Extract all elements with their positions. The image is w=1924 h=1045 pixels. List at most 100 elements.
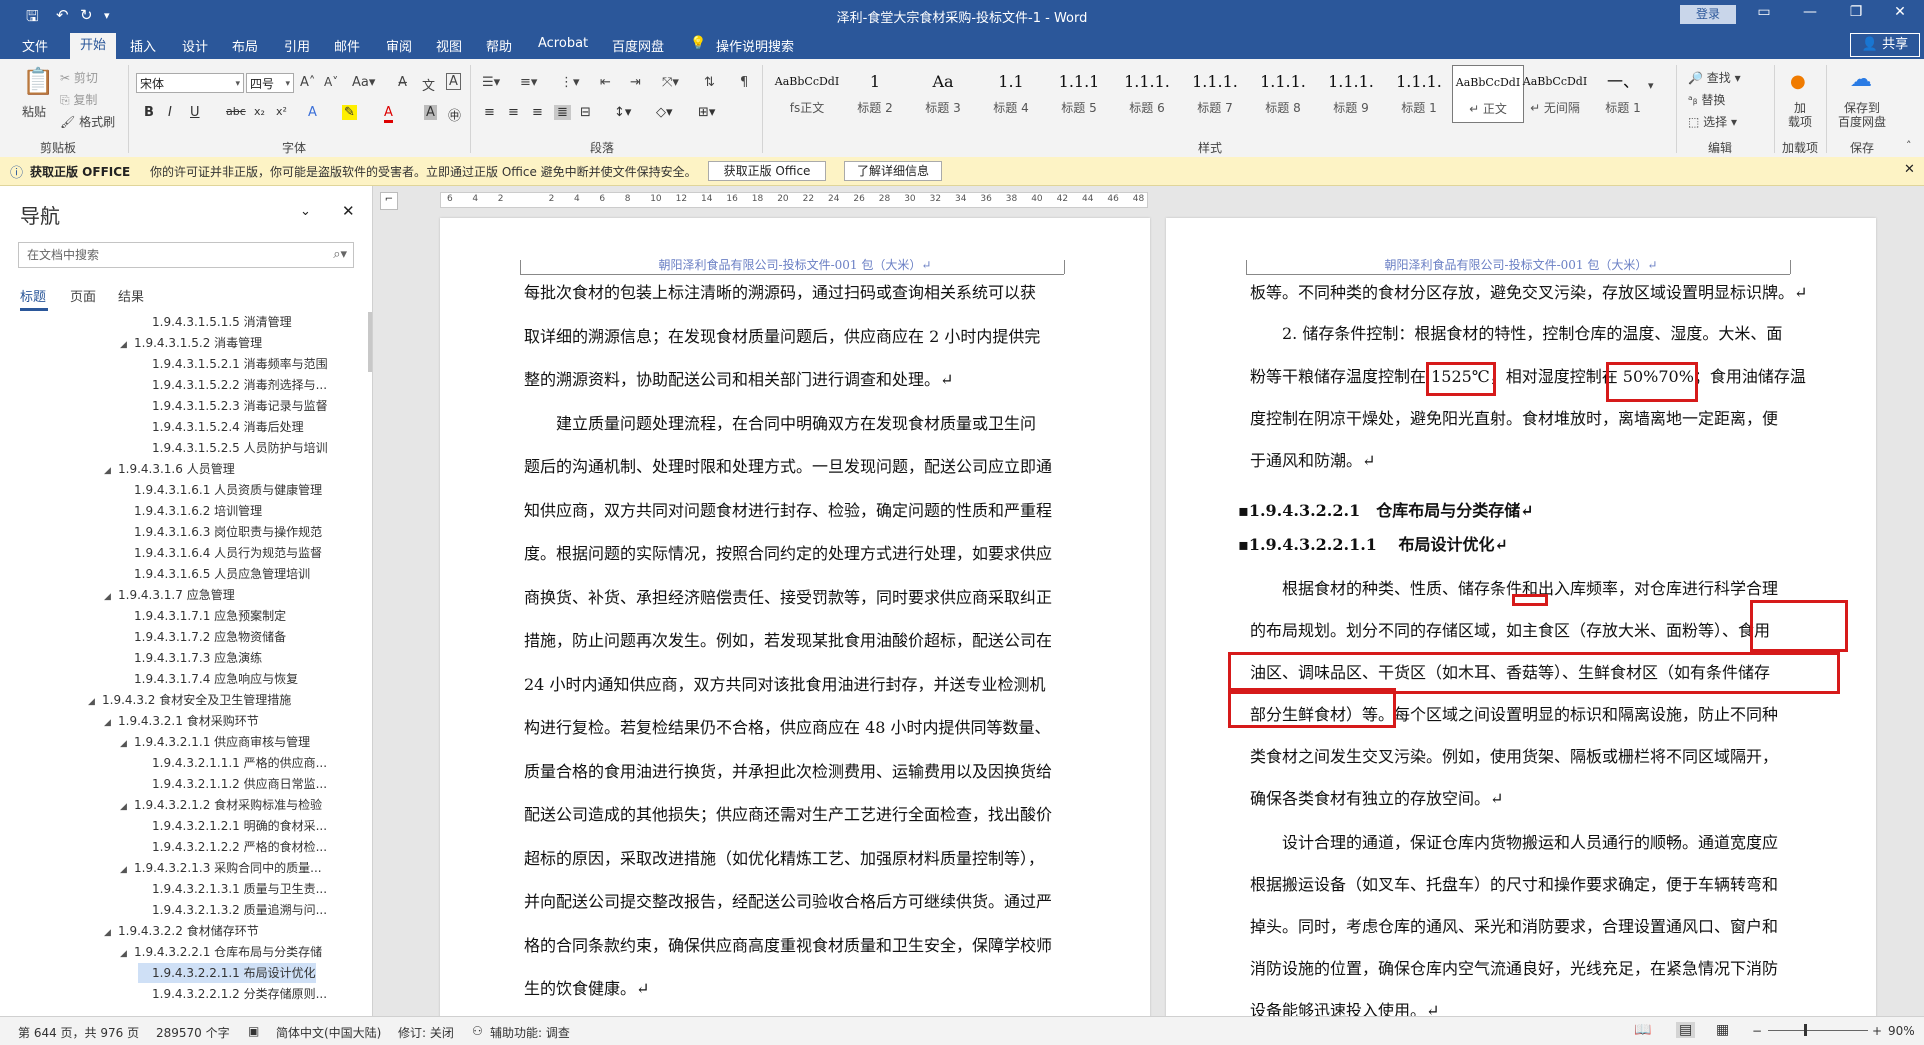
- tab-view[interactable]: 视图: [436, 36, 462, 55]
- nav-heading-item[interactable]: ◢ 1.9.4.3.1.6 人员管理: [104, 459, 235, 479]
- char-shading-icon[interactable]: A: [424, 105, 437, 120]
- baidu-netdisk-icon[interactable]: ☁: [1850, 67, 1872, 92]
- tab-help[interactable]: 帮助: [486, 36, 512, 55]
- align-left-icon[interactable]: ≡: [484, 105, 495, 120]
- close-icon[interactable]: ✕: [1904, 162, 1915, 177]
- subscript-icon[interactable]: x₂: [254, 105, 265, 118]
- collapse-triangle-icon[interactable]: ◢: [104, 587, 118, 607]
- nav-heading-item[interactable]: 1.9.4.3.1.7.4 应急响应与恢复: [120, 669, 298, 689]
- chevron-down-icon[interactable]: ⌄: [300, 204, 311, 219]
- numbering-icon[interactable]: ≡▾: [520, 75, 537, 90]
- tab-references[interactable]: 引用: [284, 36, 310, 55]
- style-item[interactable]: 1.1.1. 标题 8: [1248, 65, 1318, 121]
- word-count[interactable]: 289570 个字: [156, 1024, 230, 1041]
- style-item[interactable]: AaBbCcDdI fs正文: [772, 65, 842, 121]
- paste-button[interactable]: 粘贴: [22, 103, 46, 120]
- collapse-triangle-icon[interactable]: ◢: [88, 692, 102, 712]
- nav-heading-item[interactable]: ◢ 1.9.4.3.1.5.2 消毒管理: [120, 333, 262, 353]
- nav-heading-item[interactable]: 1.9.4.3.2.2.1.1 布局设计优化: [138, 963, 316, 983]
- nav-heading-item[interactable]: 1.9.4.3.1.5.1.5 消清管理: [138, 312, 292, 332]
- nav-heading-item[interactable]: 1.9.4.3.2.1.1.1 严格的供应商...: [138, 753, 327, 773]
- close-icon[interactable]: ✕: [1880, 4, 1920, 20]
- collapse-triangle-icon[interactable]: ◢: [120, 860, 134, 880]
- style-item[interactable]: 1 标题 2: [840, 65, 910, 121]
- save-to-baidu-button[interactable]: 保存到 百度网盘: [1838, 101, 1886, 129]
- tab-review[interactable]: 审阅: [386, 36, 412, 55]
- font-color-icon[interactable]: A: [384, 105, 393, 123]
- nav-heading-item[interactable]: 1.9.4.3.1.7.1 应急预案制定: [120, 606, 286, 626]
- login-button[interactable]: 登录: [1680, 5, 1736, 24]
- nav-heading-item[interactable]: 1.9.4.3.1.6.2 培训管理: [120, 501, 262, 521]
- change-case-icon[interactable]: Aa▾: [352, 75, 375, 90]
- distributed-icon[interactable]: ⊟: [580, 105, 591, 120]
- get-genuine-button[interactable]: 获取正版 Office: [708, 161, 826, 181]
- nav-heading-item[interactable]: 1.9.4.3.1.6.5 人员应急管理培训: [120, 564, 310, 584]
- nav-heading-item[interactable]: 1.9.4.3.1.5.2.5 人员防护与培训: [138, 438, 328, 458]
- zoom-slider-thumb[interactable]: [1804, 1024, 1807, 1036]
- nav-heading-item[interactable]: 1.9.4.3.2.1.2.2 严格的食材检...: [138, 837, 327, 857]
- document-page-right[interactable]: 朝阳泽利食品有限公司-投标文件-001 包（大米）↵ 板等。不同种类的食材分区存…: [1166, 218, 1876, 1020]
- tab-file[interactable]: 文件: [22, 36, 48, 55]
- learn-more-button[interactable]: 了解详细信息: [844, 161, 942, 181]
- nav-heading-item[interactable]: 1.9.4.3.1.5.2.3 消毒记录与监督: [138, 396, 328, 416]
- nav-heading-item[interactable]: 1.9.4.3.1.6.1 人员资质与健康管理: [120, 480, 322, 500]
- accessibility-status[interactable]: 辅助功能: 调查: [490, 1024, 570, 1041]
- select-button[interactable]: ⬚ 选择 ▾: [1688, 113, 1737, 130]
- underline-icon[interactable]: U: [190, 105, 200, 120]
- restore-icon[interactable]: ❐: [1836, 4, 1876, 20]
- nav-heading-item[interactable]: 1.9.4.3.2.1.1.2 供应商日常监...: [138, 774, 327, 794]
- nav-heading-item[interactable]: ◢ 1.9.4.3.1.7 应急管理: [104, 585, 235, 605]
- nav-tab-results[interactable]: 结果: [118, 286, 144, 305]
- style-item[interactable]: 1.1.1. 标题 1: [1384, 65, 1454, 121]
- styles-scroll-icon[interactable]: ▾: [1648, 79, 1654, 92]
- collapse-triangle-icon[interactable]: ◢: [120, 335, 134, 355]
- nav-heading-item[interactable]: ◢ 1.9.4.3.2.2 食材储存环节: [104, 921, 259, 941]
- collapse-ribbon-icon[interactable]: ˄: [1906, 139, 1912, 152]
- zoom-in-button[interactable]: +: [1872, 1024, 1882, 1038]
- web-layout-icon[interactable]: ▦: [1716, 1022, 1729, 1038]
- nav-tab-headings[interactable]: 标题: [20, 286, 46, 305]
- print-layout-icon[interactable]: ▤: [1676, 1022, 1696, 1038]
- font-name-select[interactable]: 宋体 ▾: [136, 73, 244, 93]
- search-icon[interactable]: ⌕▾: [333, 243, 347, 267]
- track-changes-status[interactable]: 修订: 关闭: [398, 1024, 454, 1041]
- nav-heading-item[interactable]: ◢ 1.9.4.3.2 食材安全及卫生管理措施: [88, 690, 291, 710]
- nav-heading-item[interactable]: ◢ 1.9.4.3.2.1.2 食材采购标准与检验: [120, 795, 322, 815]
- style-item[interactable]: 1.1.1. 标题 6: [1112, 65, 1182, 121]
- tab-mailings[interactable]: 邮件: [334, 36, 360, 55]
- addins-button[interactable]: 加 载项: [1788, 101, 1812, 129]
- collapse-triangle-icon[interactable]: ◢: [104, 713, 118, 733]
- minimize-icon[interactable]: —: [1790, 4, 1830, 20]
- bold-icon[interactable]: B: [144, 105, 154, 120]
- tab-selector[interactable]: ⌐: [380, 192, 398, 210]
- read-mode-icon[interactable]: 📖: [1634, 1022, 1651, 1038]
- phonetic-guide-icon[interactable]: 文: [422, 75, 435, 94]
- collapse-triangle-icon[interactable]: ◢: [104, 461, 118, 481]
- collapse-triangle-icon[interactable]: ◢: [104, 923, 118, 943]
- grow-font-icon[interactable]: A˄: [300, 75, 315, 90]
- zoom-slider-track[interactable]: [1768, 1030, 1868, 1031]
- addins-icon[interactable]: ●: [1790, 71, 1806, 92]
- style-item[interactable]: 1.1 标题 4: [976, 65, 1046, 121]
- zoom-out-button[interactable]: −: [1752, 1024, 1762, 1038]
- tab-acrobat[interactable]: Acrobat: [538, 36, 588, 51]
- nav-scrollbar[interactable]: [368, 312, 372, 372]
- proofing-icon[interactable]: ▣: [248, 1024, 259, 1038]
- page-count[interactable]: 第 644 页，共 976 页: [18, 1024, 139, 1041]
- tab-insert[interactable]: 插入: [130, 36, 156, 55]
- show-marks-icon[interactable]: ¶: [740, 75, 748, 90]
- nav-heading-item[interactable]: 1.9.4.3.2.1.2.1 明确的食材采...: [138, 816, 327, 836]
- justify-icon[interactable]: ≣: [554, 105, 571, 120]
- style-item[interactable]: 1.1.1. 标题 9: [1316, 65, 1386, 121]
- superscript-icon[interactable]: x²: [276, 105, 287, 118]
- nav-heading-item[interactable]: ◢ 1.9.4.3.2.1 食材采购环节: [104, 711, 259, 731]
- align-right-icon[interactable]: ≡: [532, 105, 543, 120]
- cut-button[interactable]: ✂ 剪切: [60, 69, 98, 86]
- nav-heading-item[interactable]: ◢ 1.9.4.3.2.2.1 仓库布局与分类存储: [120, 942, 322, 962]
- find-button[interactable]: 🔎 查找 ▾: [1688, 69, 1741, 86]
- nav-tab-pages[interactable]: 页面: [70, 286, 96, 305]
- clear-format-icon[interactable]: A̶: [398, 75, 407, 90]
- style-item[interactable]: 1.1.1. 标题 7: [1180, 65, 1250, 121]
- zoom-level[interactable]: 90%: [1888, 1024, 1915, 1038]
- chinese-layout-icon[interactable]: ⤧▾: [662, 75, 679, 90]
